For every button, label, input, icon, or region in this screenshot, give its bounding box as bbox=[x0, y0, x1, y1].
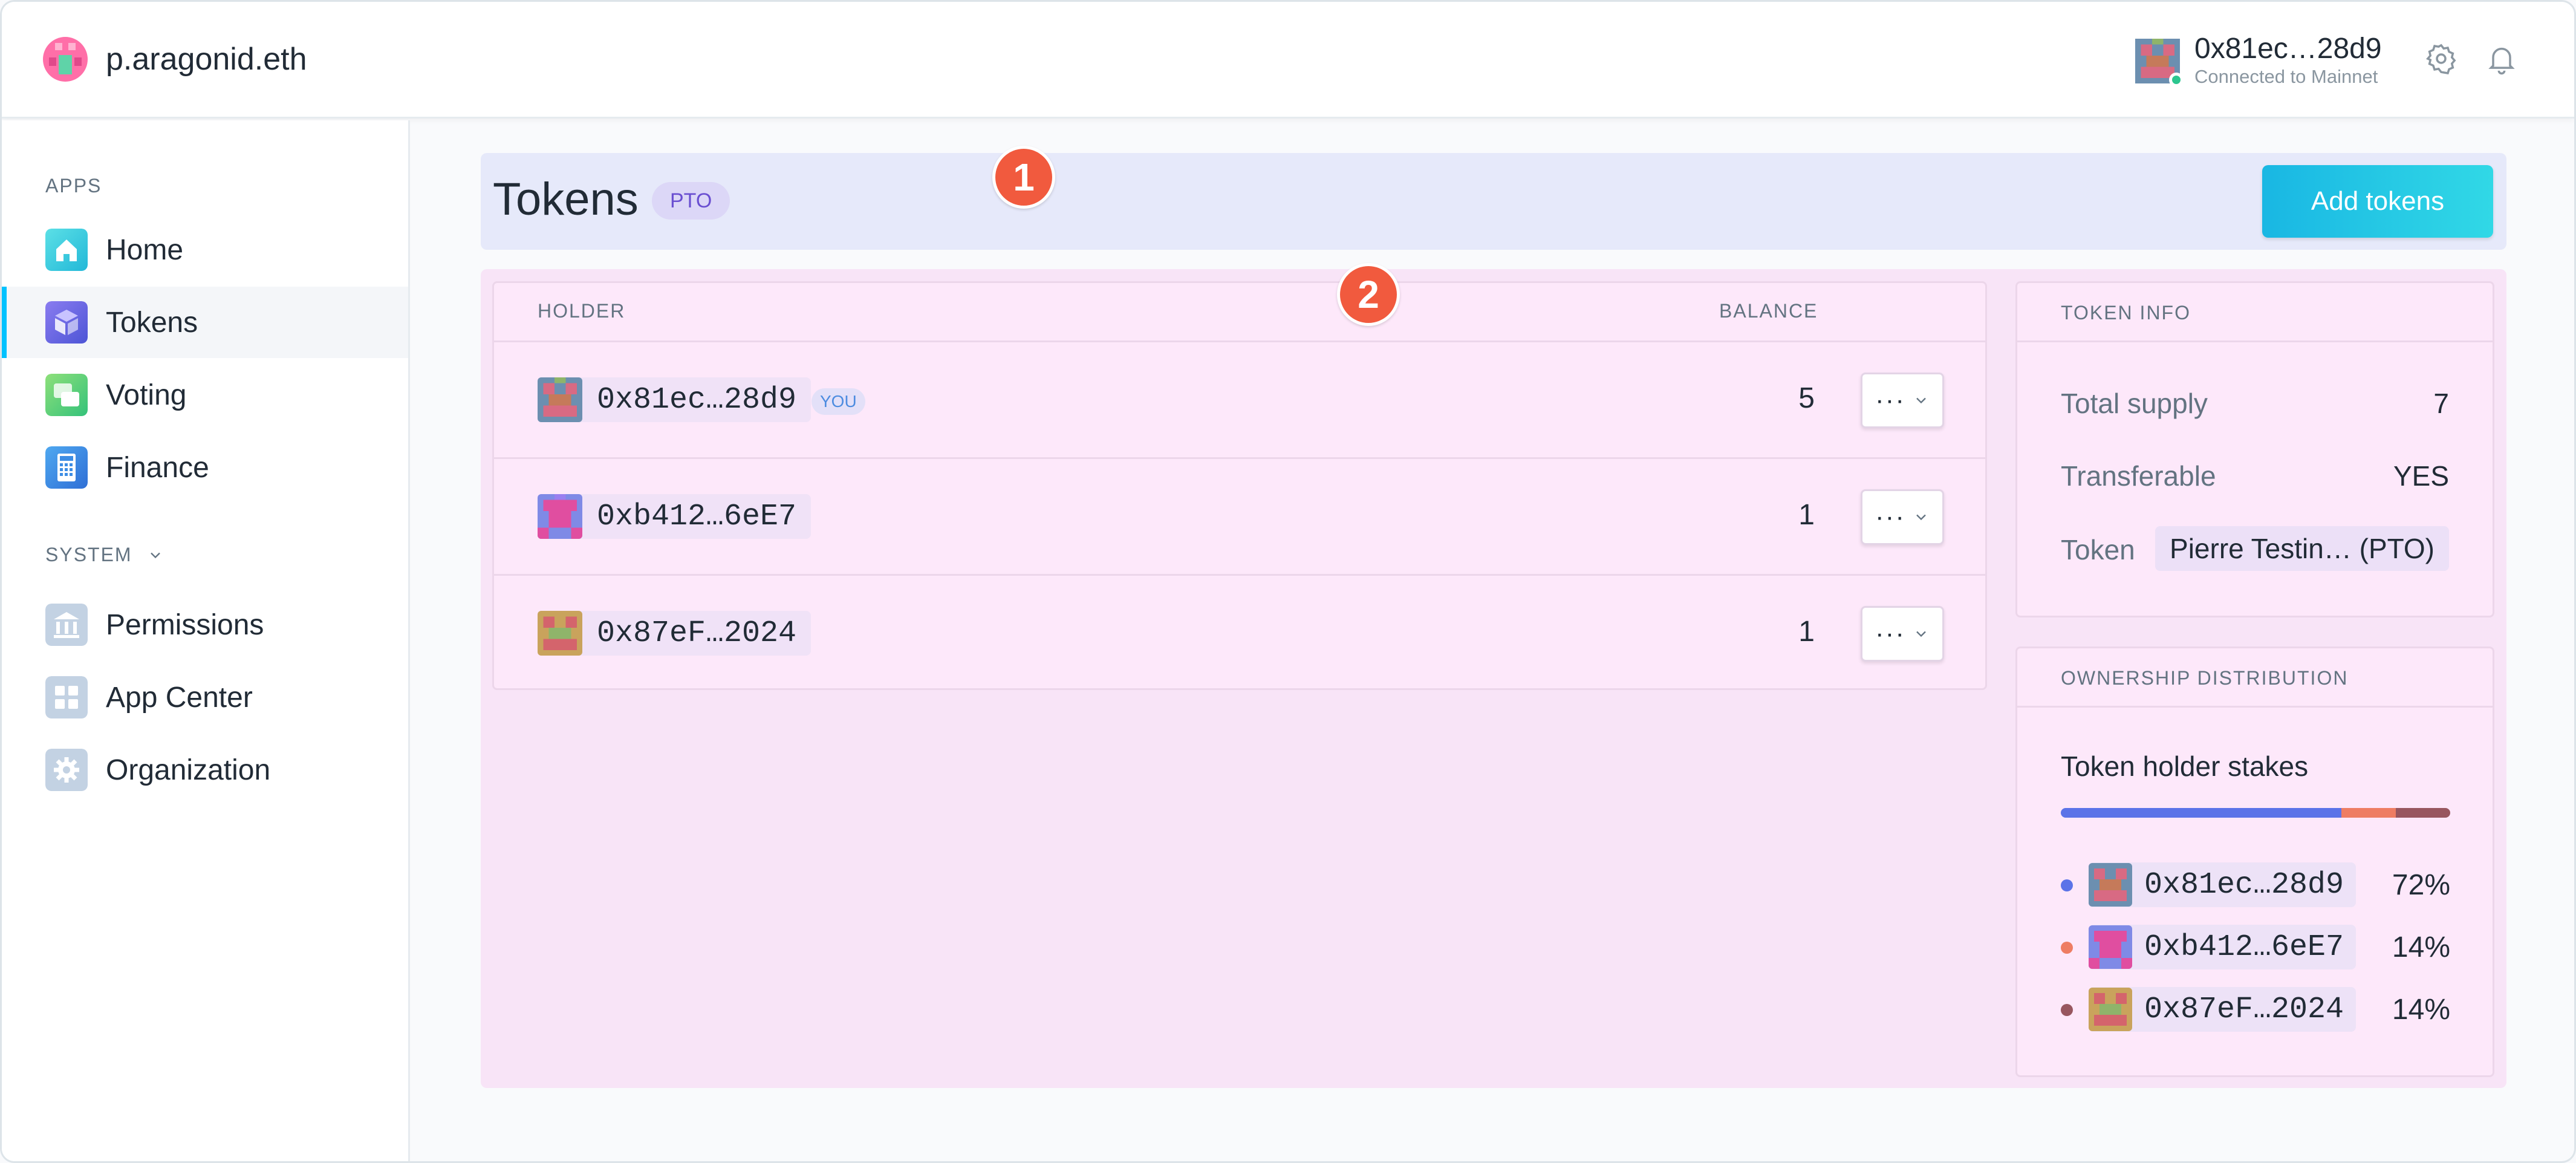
stake-address[interactable]: 0x87eF…2024 bbox=[2089, 987, 2356, 1032]
account-badge[interactable]: 0x81ec…28d9 Connected to Mainnet bbox=[2135, 33, 2382, 89]
stakes-subtitle: Token holder stakes bbox=[2061, 751, 2309, 782]
org-name: p.aragonid.eth bbox=[106, 42, 307, 77]
holder-address[interactable]: 0xb412…6eE7 bbox=[538, 494, 812, 539]
network-status: Connected to Mainnet bbox=[2194, 66, 2378, 87]
token-symbol-badge: PTO bbox=[652, 182, 730, 220]
total-supply-row: Total supply 7 bbox=[2061, 388, 2449, 419]
column-header-holder: HOLDER bbox=[538, 300, 626, 322]
sidebar-item-app-center[interactable]: App Center bbox=[2, 662, 408, 733]
ownership-distribution-panel: OWNERSHIP DISTRIBUTION Token holder stak… bbox=[2015, 647, 2494, 1077]
bell-icon[interactable] bbox=[2485, 42, 2519, 76]
annotation-marker-1: 1 bbox=[992, 146, 1055, 209]
sidebar-item-finance[interactable]: Finance bbox=[2, 432, 408, 503]
stake-bar-segment bbox=[2395, 808, 2450, 818]
total-supply-value: 7 bbox=[2433, 388, 2449, 419]
stake-address[interactable]: 0xb412…6eE7 bbox=[2089, 925, 2356, 969]
sidebar-item-tokens[interactable]: Tokens bbox=[2, 287, 408, 358]
series-dot bbox=[2061, 942, 2073, 954]
series-dot bbox=[2061, 1004, 2073, 1016]
page-header-highlight bbox=[481, 153, 2506, 250]
page-title: Tokens bbox=[493, 174, 639, 225]
holders-table: HOLDER BALANCE 0x81ec…28d9 YOU 5 ··· 0xb… bbox=[492, 281, 1987, 690]
organization-icon bbox=[45, 749, 88, 791]
holder-address[interactable]: 0x87eF…2024 bbox=[538, 611, 812, 656]
stake-percent: 72% bbox=[2392, 869, 2450, 901]
annotation-marker-2: 2 bbox=[1337, 263, 1400, 326]
app-center-icon bbox=[45, 676, 88, 718]
holder-address[interactable]: 0x81ec…28d9 bbox=[538, 377, 812, 422]
stake-row: 0x81ec…28d9 72% bbox=[2061, 862, 2450, 907]
identicon-icon bbox=[538, 377, 582, 422]
app-window: p.aragonid.eth 0x81ec…28d9 Connected to … bbox=[0, 0, 2576, 1163]
holder-balance: 1 bbox=[1798, 499, 1815, 531]
account-address: 0x81ec…28d9 bbox=[2194, 33, 2382, 65]
identicon-icon bbox=[2089, 925, 2132, 969]
identicon-icon bbox=[538, 494, 582, 539]
token-name-chip[interactable]: Pierre Testin… (PTO) bbox=[2155, 526, 2449, 571]
stake-bar-segment bbox=[2341, 808, 2396, 818]
ownership-title: OWNERSHIP DISTRIBUTION bbox=[2017, 648, 2493, 708]
identicon-icon bbox=[538, 611, 582, 656]
row-actions-button[interactable]: ··· bbox=[1861, 489, 1944, 545]
you-badge: YOU bbox=[812, 388, 865, 415]
identicon-icon bbox=[2089, 863, 2132, 907]
stake-address[interactable]: 0x81ec…28d9 bbox=[2089, 862, 2356, 907]
token-info-panel: TOKEN INFO Total supply 7 Transferable Y… bbox=[2015, 281, 2494, 617]
voting-icon bbox=[45, 374, 88, 416]
apps-section-label: APPS bbox=[45, 175, 102, 197]
token-info-title: TOKEN INFO bbox=[2017, 283, 2493, 342]
table-row: 0xb412…6eE7 1 ··· bbox=[494, 459, 1985, 576]
connection-status-dot bbox=[2169, 73, 2184, 87]
gear-icon[interactable] bbox=[2424, 42, 2458, 76]
system-section-toggle[interactable]: SYSTEM bbox=[45, 544, 164, 566]
chevron-down-icon bbox=[1916, 514, 1926, 521]
stake-bar-segment bbox=[2061, 808, 2341, 818]
add-tokens-button[interactable]: Add tokens bbox=[2262, 165, 2493, 238]
holder-balance: 5 bbox=[1798, 382, 1815, 414]
chevron-down-icon bbox=[150, 552, 160, 558]
token-row: Token Pierre Testin… (PTO) bbox=[2061, 526, 2449, 571]
transferable-row: Transferable YES bbox=[2061, 460, 2449, 492]
sidebar-item-permissions[interactable]: Permissions bbox=[2, 589, 408, 660]
stake-row: 0xb412…6eE7 14% bbox=[2061, 925, 2450, 969]
identicon-icon bbox=[2089, 988, 2132, 1031]
sidebar: APPS Home Tokens Voting Finance SYSTEM P… bbox=[2, 120, 410, 1161]
stake-percent: 14% bbox=[2392, 931, 2450, 963]
series-dot bbox=[2061, 879, 2073, 891]
sidebar-item-organization[interactable]: Organization bbox=[2, 734, 408, 806]
chevron-down-icon bbox=[1916, 631, 1926, 637]
account-avatar bbox=[2135, 39, 2184, 87]
stake-percent: 14% bbox=[2392, 994, 2450, 1026]
column-header-balance: BALANCE bbox=[1719, 300, 1818, 322]
org-switcher[interactable]: p.aragonid.eth bbox=[43, 37, 307, 82]
finance-icon bbox=[45, 446, 88, 489]
holder-balance: 1 bbox=[1798, 616, 1815, 648]
holders-table-header: HOLDER BALANCE bbox=[494, 283, 1985, 342]
stake-row: 0x87eF…2024 14% bbox=[2061, 987, 2450, 1032]
chevron-down-icon bbox=[1916, 397, 1926, 404]
table-row: 0x81ec…28d9 YOU 5 ··· bbox=[494, 342, 1985, 459]
sidebar-item-home[interactable]: Home bbox=[2, 214, 408, 285]
home-icon bbox=[45, 229, 88, 271]
top-bar: p.aragonid.eth 0x81ec…28d9 Connected to … bbox=[2, 2, 2574, 119]
tokens-icon bbox=[45, 301, 88, 344]
permissions-icon bbox=[45, 604, 88, 646]
sidebar-item-voting[interactable]: Voting bbox=[2, 359, 408, 431]
row-actions-button[interactable]: ··· bbox=[1861, 373, 1944, 428]
row-actions-button[interactable]: ··· bbox=[1861, 606, 1944, 662]
org-logo-icon bbox=[43, 37, 88, 82]
transferable-value: YES bbox=[2393, 460, 2449, 492]
table-row: 0x87eF…2024 1 ··· bbox=[494, 576, 1985, 692]
stakes-bar bbox=[2061, 808, 2450, 818]
